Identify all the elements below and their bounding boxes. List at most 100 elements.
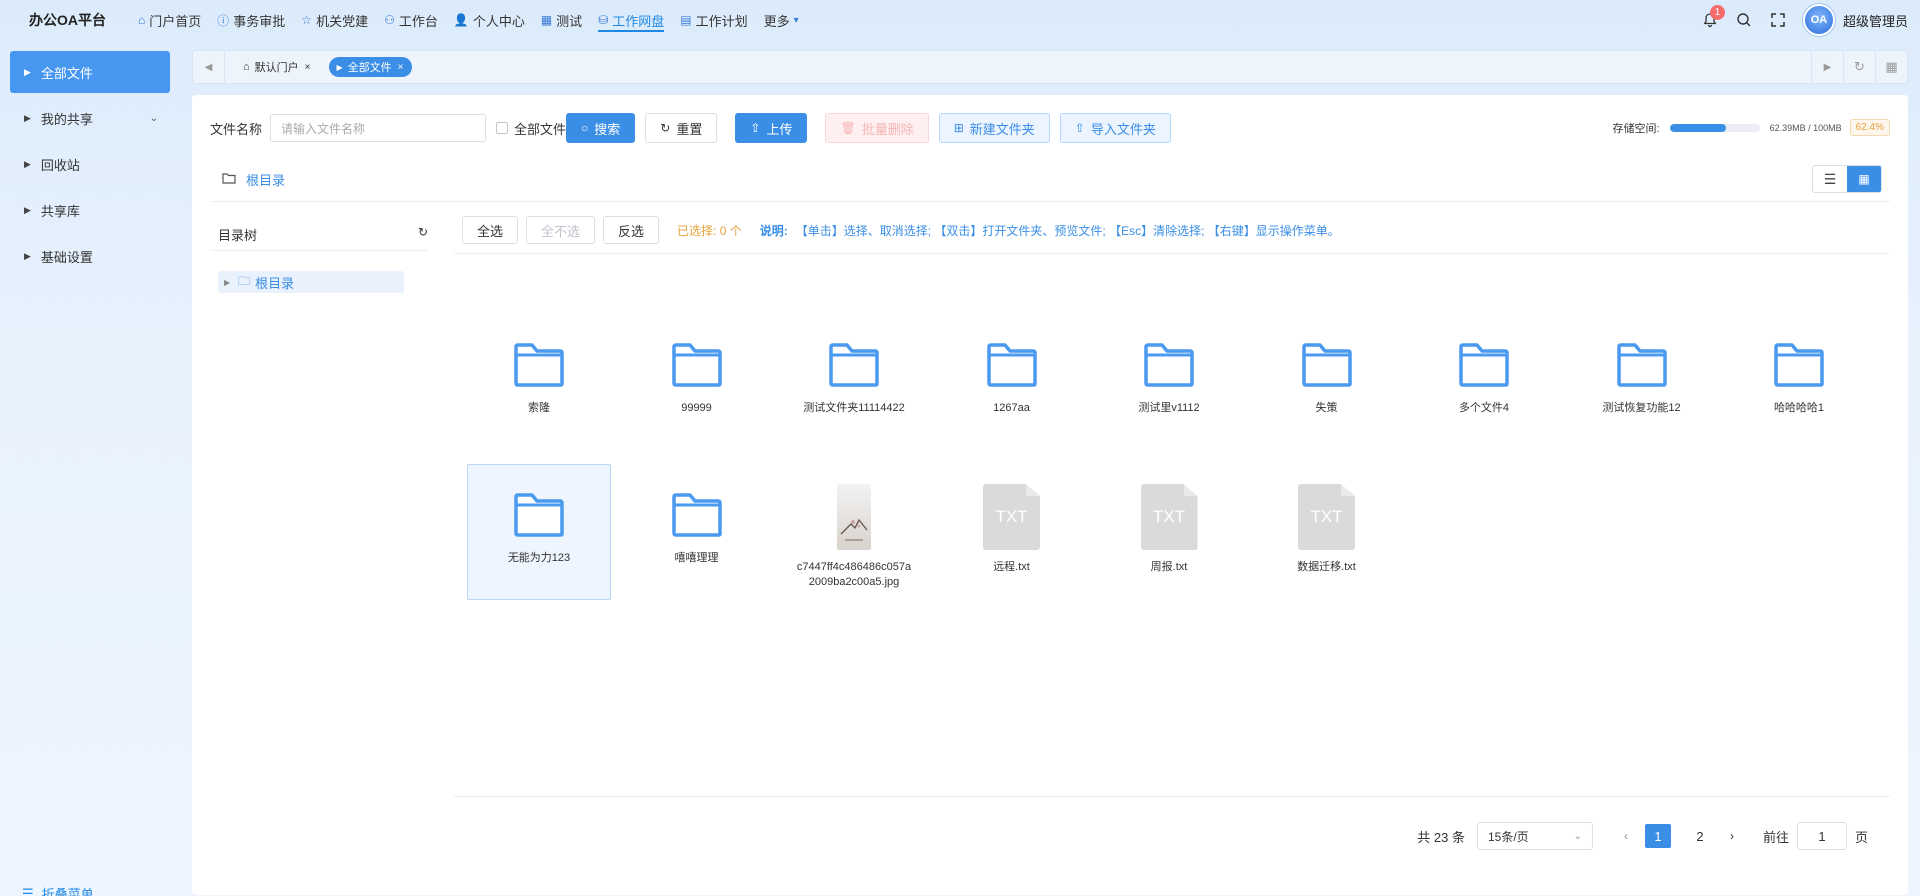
folder-icon [1773, 335, 1825, 387]
view-toggle: ☰ ▦ [1812, 165, 1882, 193]
file-name-label: 文件名称 [210, 121, 263, 137]
new-folder-button[interactable]: ⊞ 新建文件夹 [938, 113, 1050, 143]
caret-left-icon: ◀ [204, 61, 213, 73]
close-icon[interactable]: × [398, 62, 404, 73]
txt-badge: TXT [1298, 484, 1355, 550]
checkbox-box[interactable] [496, 122, 509, 134]
file-name: 数据迁移.txt [1297, 561, 1356, 573]
file-item[interactable]: TXT 数据迁移.txt [1255, 465, 1399, 601]
caret-right-icon: ▶ [24, 250, 31, 261]
nav-item-approval[interactable]: ⓘ 事务审批 [209, 0, 293, 40]
file-name: 测试文件夹11114422 [803, 402, 905, 414]
caret-right-icon: ▶ [24, 112, 31, 123]
list-view-button[interactable]: ☰ [1813, 166, 1847, 192]
nav-item-party[interactable]: ☆ 机关党建 [293, 0, 376, 40]
nav-item-plan[interactable]: ▤ 工作计划 [672, 0, 755, 40]
file-item[interactable]: TXT 周报.txt [1097, 465, 1241, 601]
upload-icon: ⇧ [1074, 121, 1085, 135]
tree-node-root[interactable]: ▶ 🗀 根目录 [218, 271, 404, 293]
folder-icon [1616, 335, 1668, 387]
tab-scroll-left[interactable]: ◀ [193, 51, 225, 83]
close-icon[interactable]: × [305, 62, 311, 73]
select-none-button[interactable]: 全不选 [526, 216, 596, 244]
all-files-checkbox[interactable]: 全部文件 [496, 119, 566, 138]
org-icon: ⚇ [384, 13, 395, 27]
nav-item-test[interactable]: ▦ 测试 [533, 0, 590, 40]
grid-view-button[interactable]: ▦ [1847, 166, 1881, 192]
batch-delete-button[interactable]: 🗑 批量删除 [825, 113, 929, 143]
folder-open-icon: 🗀 [238, 273, 251, 288]
avatar[interactable]: OA [1802, 4, 1835, 36]
file-item[interactable]: c7447ff4c486486c057a2009ba2c00a5.jpg [782, 465, 926, 601]
folder-item[interactable]: 99999 [625, 315, 769, 451]
folder-item[interactable]: 嘻嘻理理 [625, 465, 769, 601]
file-name: 99999 [681, 402, 712, 414]
prev-page-button[interactable]: ‹ [1615, 829, 1637, 843]
tab-default-portal[interactable]: ⌂ 默认门户 × [235, 57, 319, 77]
selection-bar: 全选 全不选 反选 已选择: 0 个 说明: 【单击】选择、取消选择; 【双击】打… [462, 215, 1340, 245]
folder-icon [986, 335, 1038, 387]
folder-item[interactable]: 索隆 [467, 315, 611, 451]
folder-icon [1458, 335, 1510, 387]
tab-tools: ▶ ↻ ▦ [1811, 51, 1907, 83]
top-nav-bar: 办公OA平台 ⌂ 门户首页 ⓘ 事务审批 ☆ 机关党建 ⚇ 工作台 👤 个人中心 ▦ 测试 … [0, 0, 1920, 40]
search-input[interactable]: 请输入文件名称 [270, 114, 487, 142]
breadcrumb-root[interactable]: 根目录 [246, 170, 285, 189]
search-button[interactable] [1727, 0, 1761, 40]
fullscreen-button[interactable] [1761, 0, 1795, 40]
folder-item[interactable]: 测试恢复功能12 [1570, 315, 1714, 451]
folder-item[interactable]: 无能为力123 [467, 464, 611, 600]
folder-item[interactable]: 多个文件4 [1412, 315, 1556, 451]
page-button-1[interactable]: 1 [1644, 824, 1671, 848]
folder-item[interactable]: 失策 [1255, 315, 1399, 451]
sidebar-item-my-share[interactable]: ▶ 我的共享 ⌄ [10, 97, 170, 139]
nav-item-home[interactable]: ⌂ 门户首页 [130, 0, 209, 40]
folder-item[interactable]: 哈哈哈哈1 [1727, 315, 1871, 451]
notification-button[interactable]: 1 [1693, 0, 1727, 40]
reset-button[interactable]: ↻ 重置 [645, 113, 718, 143]
nav-item-more[interactable]: 更多 ▾ [756, 0, 807, 40]
caret-right-icon: ▶ [24, 66, 31, 77]
upload-button[interactable]: ⇧ 上传 [735, 113, 808, 143]
notification-badge: 1 [1709, 5, 1725, 20]
caret-right-icon: ▶ [24, 158, 31, 169]
tabs-bar: ◀ ⌂ 默认门户 × ▶ 全部文件 × ▶ ↻ ▦ [192, 50, 1908, 84]
goto-page-input[interactable]: 1 [1796, 822, 1847, 850]
sidebar-item-settings[interactable]: ▶ 基础设置 [10, 235, 170, 277]
tab-refresh[interactable]: ↻ [1843, 51, 1875, 83]
brand-title: 办公OA平台 [29, 12, 106, 28]
tab-scroll-right[interactable]: ▶ [1811, 51, 1843, 83]
selected-count: 已选择: 0 个 [677, 223, 742, 238]
select-all-button[interactable]: 全选 [462, 216, 519, 244]
txt-badge: TXT [1140, 484, 1198, 550]
folder-item[interactable]: 测试里v1112 [1097, 315, 1241, 451]
grid-icon: ▦ [540, 13, 553, 27]
folder-add-icon: ⊞ [953, 121, 964, 135]
file-name: 嘻嘻理理 [674, 552, 719, 564]
file-name: 索隆 [528, 402, 550, 414]
invert-selection-button[interactable]: 反选 [603, 216, 660, 244]
tab-all-files[interactable]: ▶ 全部文件 × [328, 57, 412, 77]
sidebar-item-recycle[interactable]: ▶ 回收站 [10, 143, 170, 185]
tree-refresh-icon[interactable]: ↻ [418, 225, 428, 244]
tab-menu[interactable]: ▦ [1875, 51, 1907, 83]
search-button[interactable]: ○ 搜索 [566, 113, 636, 143]
caret-right-icon[interactable]: ▶ [224, 278, 230, 287]
next-page-button[interactable]: › [1721, 829, 1743, 843]
nav-item-personal[interactable]: 👤 个人中心 [446, 0, 533, 40]
file-item[interactable]: TXT 远程.txt [940, 465, 1084, 601]
home-icon: ⌂ [138, 13, 146, 27]
sidebar-item-all-files[interactable]: ▶ 全部文件 [10, 51, 170, 93]
nav-item-netdisk[interactable]: ⛁ 工作网盘 [590, 0, 672, 40]
collapse-menu-button[interactable]: ☰ 折叠菜单 [22, 884, 94, 896]
folder-item[interactable]: 测试文件夹11114422 [782, 315, 926, 451]
sidebar-item-shared-lib[interactable]: ▶ 共享库 [10, 189, 170, 231]
import-folder-button[interactable]: ⇧ 导入文件夹 [1059, 113, 1171, 143]
page-button-2[interactable]: 2 [1687, 824, 1713, 848]
folder-item[interactable]: 1267aa [940, 315, 1084, 451]
nav-item-workbench[interactable]: ⚇ 工作台 [376, 0, 446, 40]
username[interactable]: 超级管理员 [1843, 11, 1920, 30]
chevron-down-icon: ⌄ [1573, 830, 1582, 842]
page-size-select[interactable]: 15条/页 ⌄ [1476, 822, 1593, 850]
upload-icon: ⇧ [750, 121, 761, 135]
